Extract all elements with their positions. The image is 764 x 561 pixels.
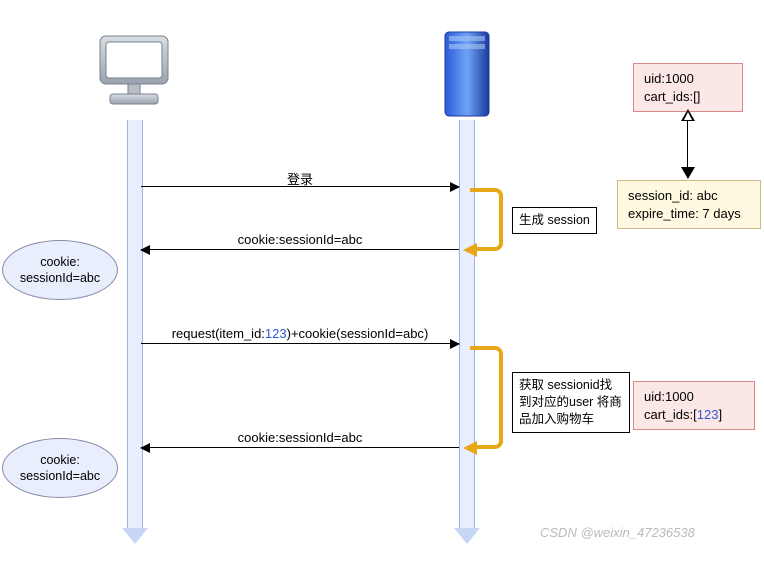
cookie-state-1: cookie:sessionId=abc	[2, 240, 118, 300]
watermark: CSDN @weixin_47236538	[540, 525, 695, 540]
user-data-2: uid:1000cart_ids:[123]	[633, 381, 755, 430]
msg-cookie1: cookie:sessionId=abc	[141, 249, 459, 250]
msg-request: request(item_id:123)+cookie(sessionId=ab…	[141, 343, 459, 344]
msg-cookie1-label: cookie:sessionId=abc	[141, 232, 459, 247]
bidirectional-arrow	[687, 110, 688, 178]
self-add-cart-note: 获取 sessionid找到对应的user 将商品加入购物车	[512, 372, 630, 433]
msg-login-label: 登录	[141, 169, 459, 188]
self-add-cart	[473, 346, 503, 449]
user-data-1: uid:1000cart_ids:[]	[633, 63, 743, 112]
msg-login: 登录	[141, 186, 459, 187]
msg-cookie2-label: cookie:sessionId=abc	[141, 430, 459, 445]
msg-request-label: request(item_id:123)+cookie(sessionId=ab…	[141, 326, 459, 341]
msg-cookie2: cookie:sessionId=abc	[141, 447, 459, 448]
server-lifeline	[459, 120, 475, 530]
computer-icon	[92, 28, 182, 118]
self-gen-session-note: 生成 session	[512, 207, 597, 234]
cookie-state-2: cookie:sessionId=abc	[2, 438, 118, 498]
server-icon	[441, 28, 493, 120]
session-data: session_id: abcexpire_time: 7 days	[617, 180, 761, 229]
self-gen-session	[473, 188, 503, 251]
